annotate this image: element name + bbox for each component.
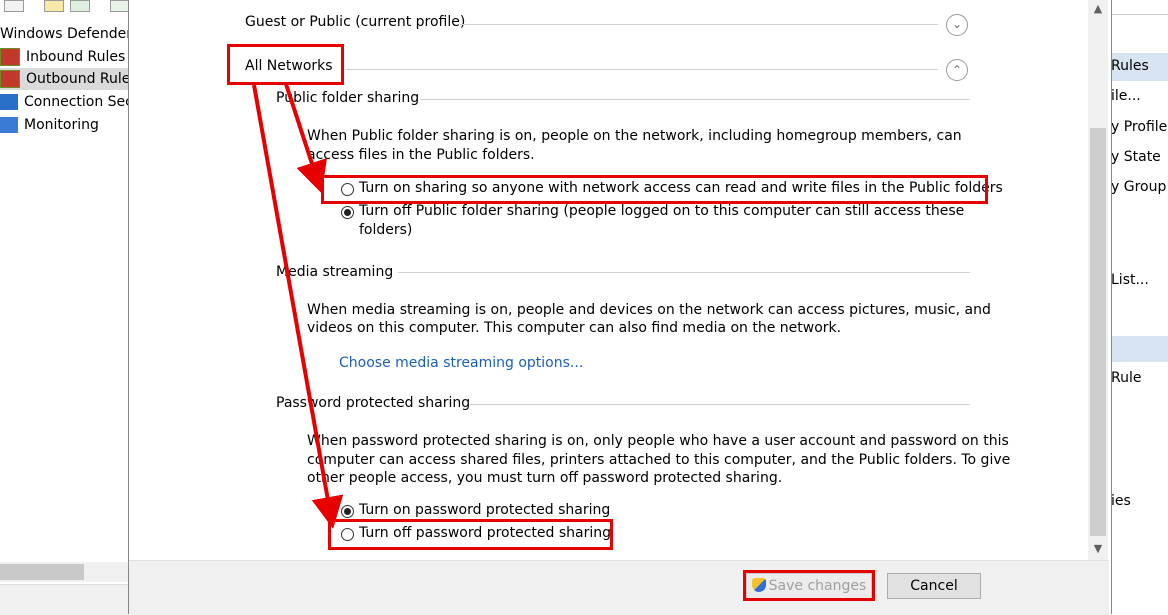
annotation-arrows xyxy=(252,83,344,529)
arrow-to-password-option xyxy=(252,84,344,529)
arrow-to-public-folder-option xyxy=(284,83,328,194)
